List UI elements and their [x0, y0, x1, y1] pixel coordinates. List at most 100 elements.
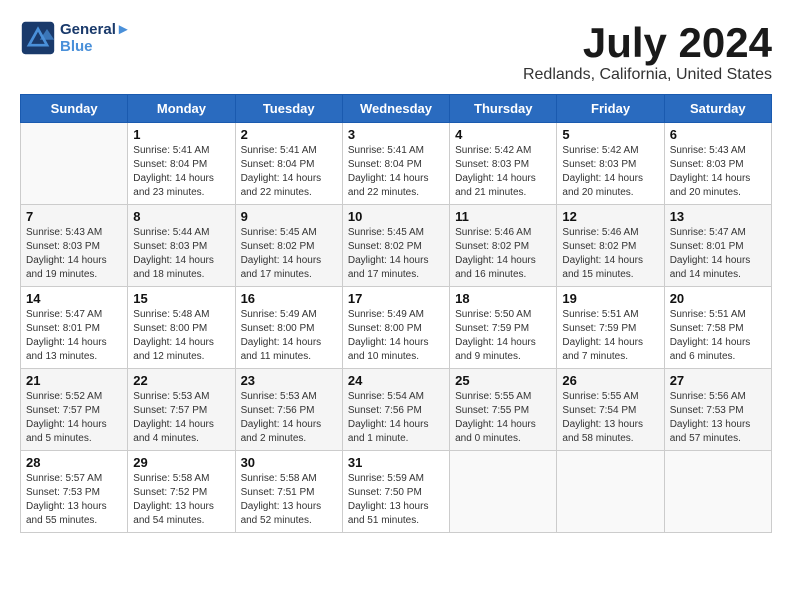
calendar-cell: 5 Sunrise: 5:42 AM Sunset: 8:03 PM Daylig… — [557, 123, 664, 205]
day-number: 20 — [670, 291, 766, 306]
day-info: Sunrise: 5:42 AM Sunset: 8:03 PM Dayligh… — [455, 144, 551, 200]
calendar-cell: 4 Sunrise: 5:42 AM Sunset: 8:03 PM Daylig… — [450, 123, 557, 205]
weekday-header-tuesday: Tuesday — [235, 95, 342, 123]
calendar-cell — [557, 451, 664, 533]
day-number: 3 — [348, 127, 444, 142]
day-number: 22 — [133, 373, 229, 388]
day-number: 10 — [348, 209, 444, 224]
day-number: 29 — [133, 455, 229, 470]
day-number: 15 — [133, 291, 229, 306]
day-info: Sunrise: 5:46 AM Sunset: 8:02 PM Dayligh… — [562, 226, 658, 282]
month-title: July 2024 — [523, 20, 772, 66]
calendar-cell: 12 Sunrise: 5:46 AM Sunset: 8:02 PM Dayli… — [557, 205, 664, 287]
day-number: 25 — [455, 373, 551, 388]
calendar-cell: 2 Sunrise: 5:41 AM Sunset: 8:04 PM Daylig… — [235, 123, 342, 205]
day-info: Sunrise: 5:46 AM Sunset: 8:02 PM Dayligh… — [455, 226, 551, 282]
day-info: Sunrise: 5:45 AM Sunset: 8:02 PM Dayligh… — [241, 226, 337, 282]
calendar-cell: 6Sunrise: 5:43 AM Sunset: 8:03 PM Daylig… — [664, 123, 771, 205]
calendar-cell — [450, 451, 557, 533]
calendar-cell: 29 Sunrise: 5:58 AM Sunset: 7:52 PM Dayli… — [128, 451, 235, 533]
calendar-cell: 27Sunrise: 5:56 AM Sunset: 7:53 PM Dayli… — [664, 369, 771, 451]
page-header: General► Blue July 2024 Redlands, Califo… — [20, 20, 772, 84]
calendar-cell: 18 Sunrise: 5:50 AM Sunset: 7:59 PM Dayli… — [450, 287, 557, 369]
calendar-cell: 14Sunrise: 5:47 AM Sunset: 8:01 PM Dayli… — [21, 287, 128, 369]
day-info: Sunrise: 5:47 AM Sunset: 8:01 PM Dayligh… — [26, 308, 122, 364]
day-info: Sunrise: 5:45 AM Sunset: 8:02 PM Dayligh… — [348, 226, 444, 282]
day-number: 6 — [670, 127, 766, 142]
calendar-cell: 21Sunrise: 5:52 AM Sunset: 7:57 PM Dayli… — [21, 369, 128, 451]
day-number: 7 — [26, 209, 122, 224]
day-number: 16 — [241, 291, 337, 306]
day-info: Sunrise: 5:48 AM Sunset: 8:00 PM Dayligh… — [133, 308, 229, 364]
day-number: 21 — [26, 373, 122, 388]
calendar-cell: 24 Sunrise: 5:54 AM Sunset: 7:56 PM Dayli… — [342, 369, 449, 451]
weekday-header-friday: Friday — [557, 95, 664, 123]
calendar-cell: 9 Sunrise: 5:45 AM Sunset: 8:02 PM Daylig… — [235, 205, 342, 287]
logo: General► Blue — [20, 20, 131, 56]
calendar-cell: 26Sunrise: 5:55 AM Sunset: 7:54 PM Dayli… — [557, 369, 664, 451]
calendar-cell — [664, 451, 771, 533]
calendar-cell: 19 Sunrise: 5:51 AM Sunset: 7:59 PM Dayli… — [557, 287, 664, 369]
weekday-header-saturday: Saturday — [664, 95, 771, 123]
day-info: Sunrise: 5:56 AM Sunset: 7:53 PM Dayligh… — [670, 390, 766, 446]
day-info: Sunrise: 5:53 AM Sunset: 7:57 PM Dayligh… — [133, 390, 229, 446]
day-info: Sunrise: 5:55 AM Sunset: 7:55 PM Dayligh… — [455, 390, 551, 446]
day-info: Sunrise: 5:49 AM Sunset: 8:00 PM Dayligh… — [241, 308, 337, 364]
day-number: 2 — [241, 127, 337, 142]
day-number: 19 — [562, 291, 658, 306]
day-number: 5 — [562, 127, 658, 142]
weekday-header-row: SundayMondayTuesdayWednesdayThursdayFrid… — [21, 95, 772, 123]
day-number: 24 — [348, 373, 444, 388]
calendar-cell: 8Sunrise: 5:44 AM Sunset: 8:03 PM Daylig… — [128, 205, 235, 287]
day-info: Sunrise: 5:44 AM Sunset: 8:03 PM Dayligh… — [133, 226, 229, 282]
day-info: Sunrise: 5:41 AM Sunset: 8:04 PM Dayligh… — [348, 144, 444, 200]
calendar-cell: 16 Sunrise: 5:49 AM Sunset: 8:00 PM Dayli… — [235, 287, 342, 369]
day-number: 12 — [562, 209, 658, 224]
day-info: Sunrise: 5:41 AM Sunset: 8:04 PM Dayligh… — [241, 144, 337, 200]
weekday-header-thursday: Thursday — [450, 95, 557, 123]
calendar-cell: 28 Sunrise: 5:57 AM Sunset: 7:53 PM Dayli… — [21, 451, 128, 533]
day-info: Sunrise: 5:59 AM Sunset: 7:50 PM Dayligh… — [348, 472, 444, 528]
calendar-cell: 20Sunrise: 5:51 AM Sunset: 7:58 PM Dayli… — [664, 287, 771, 369]
calendar-cell: 30 Sunrise: 5:58 AM Sunset: 7:51 PM Dayli… — [235, 451, 342, 533]
calendar-week-1: 1 Sunrise: 5:41 AM Sunset: 8:04 PM Daylig… — [21, 123, 772, 205]
calendar-cell: 11 Sunrise: 5:46 AM Sunset: 8:02 PM Dayli… — [450, 205, 557, 287]
day-number: 13 — [670, 209, 766, 224]
day-number: 28 — [26, 455, 122, 470]
day-info: Sunrise: 5:51 AM Sunset: 7:59 PM Dayligh… — [562, 308, 658, 364]
calendar-cell: 22 Sunrise: 5:53 AM Sunset: 7:57 PM Dayli… — [128, 369, 235, 451]
day-number: 23 — [241, 373, 337, 388]
day-info: Sunrise: 5:54 AM Sunset: 7:56 PM Dayligh… — [348, 390, 444, 446]
day-info: Sunrise: 5:43 AM Sunset: 8:03 PM Dayligh… — [26, 226, 122, 282]
day-info: Sunrise: 5:58 AM Sunset: 7:52 PM Dayligh… — [133, 472, 229, 528]
day-number: 18 — [455, 291, 551, 306]
day-info: Sunrise: 5:49 AM Sunset: 8:00 PM Dayligh… — [348, 308, 444, 364]
day-number: 9 — [241, 209, 337, 224]
day-number: 31 — [348, 455, 444, 470]
calendar-cell: 1 Sunrise: 5:41 AM Sunset: 8:04 PM Daylig… — [128, 123, 235, 205]
calendar-week-5: 28 Sunrise: 5:57 AM Sunset: 7:53 PM Dayli… — [21, 451, 772, 533]
calendar-week-4: 21Sunrise: 5:52 AM Sunset: 7:57 PM Dayli… — [21, 369, 772, 451]
day-info: Sunrise: 5:42 AM Sunset: 8:03 PM Dayligh… — [562, 144, 658, 200]
day-info: Sunrise: 5:57 AM Sunset: 7:53 PM Dayligh… — [26, 472, 122, 528]
calendar-cell: 7 Sunrise: 5:43 AM Sunset: 8:03 PM Daylig… — [21, 205, 128, 287]
calendar-week-3: 14Sunrise: 5:47 AM Sunset: 8:01 PM Dayli… — [21, 287, 772, 369]
day-number: 4 — [455, 127, 551, 142]
day-number: 1 — [133, 127, 229, 142]
calendar-cell: 10 Sunrise: 5:45 AM Sunset: 8:02 PM Dayli… — [342, 205, 449, 287]
day-info: Sunrise: 5:55 AM Sunset: 7:54 PM Dayligh… — [562, 390, 658, 446]
logo-name: General► — [60, 21, 131, 38]
weekday-header-wednesday: Wednesday — [342, 95, 449, 123]
day-number: 11 — [455, 209, 551, 224]
day-info: Sunrise: 5:58 AM Sunset: 7:51 PM Dayligh… — [241, 472, 337, 528]
calendar-cell: 23Sunrise: 5:53 AM Sunset: 7:56 PM Dayli… — [235, 369, 342, 451]
logo-icon — [20, 20, 56, 56]
logo-sub: Blue — [60, 38, 131, 55]
day-number: 30 — [241, 455, 337, 470]
day-info: Sunrise: 5:50 AM Sunset: 7:59 PM Dayligh… — [455, 308, 551, 364]
calendar-cell: 15 Sunrise: 5:48 AM Sunset: 8:00 PM Dayli… — [128, 287, 235, 369]
calendar: SundayMondayTuesdayWednesdayThursdayFrid… — [20, 94, 772, 533]
calendar-cell: 3 Sunrise: 5:41 AM Sunset: 8:04 PM Daylig… — [342, 123, 449, 205]
day-info: Sunrise: 5:41 AM Sunset: 8:04 PM Dayligh… — [133, 144, 229, 200]
location: Redlands, California, United States — [523, 66, 772, 84]
